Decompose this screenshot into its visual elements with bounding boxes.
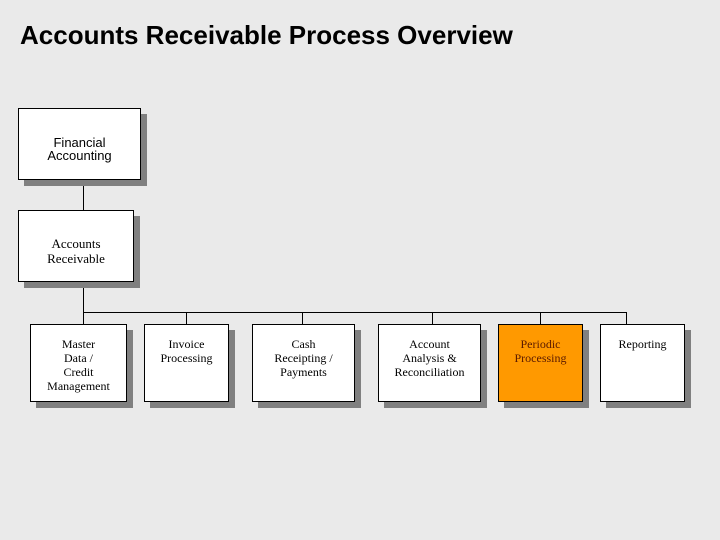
node-reporting: Reporting bbox=[600, 324, 685, 402]
node-label: Accounts Receivable bbox=[47, 236, 105, 266]
node-label: Reporting bbox=[618, 337, 667, 351]
node-financial-accounting: Financial Accounting bbox=[18, 108, 141, 180]
node-account-analysis-reconciliation: Account Analysis & Reconciliation bbox=[378, 324, 481, 402]
connector-root-to-ar bbox=[83, 180, 84, 211]
node-label: Financial Accounting bbox=[47, 135, 112, 163]
node-master-data-credit-management: Master Data / Credit Management bbox=[30, 324, 127, 402]
connector-bus bbox=[83, 312, 627, 313]
node-label: Master Data / Credit Management bbox=[47, 337, 110, 393]
node-label: Account Analysis & Reconciliation bbox=[394, 337, 465, 379]
node-label: Cash Receipting / Payments bbox=[274, 337, 333, 379]
node-accounts-receivable: Accounts Receivable bbox=[18, 210, 134, 282]
node-label: Invoice Processing bbox=[160, 337, 213, 365]
node-invoice-processing: Invoice Processing bbox=[144, 324, 229, 402]
connector-ar-to-bus bbox=[83, 281, 84, 325]
node-label: Periodic Processing bbox=[514, 337, 567, 365]
page-title: Accounts Receivable Process Overview bbox=[20, 20, 513, 50]
node-periodic-processing: Periodic Processing bbox=[498, 324, 583, 402]
node-cash-receipting-payments: Cash Receipting / Payments bbox=[252, 324, 355, 402]
